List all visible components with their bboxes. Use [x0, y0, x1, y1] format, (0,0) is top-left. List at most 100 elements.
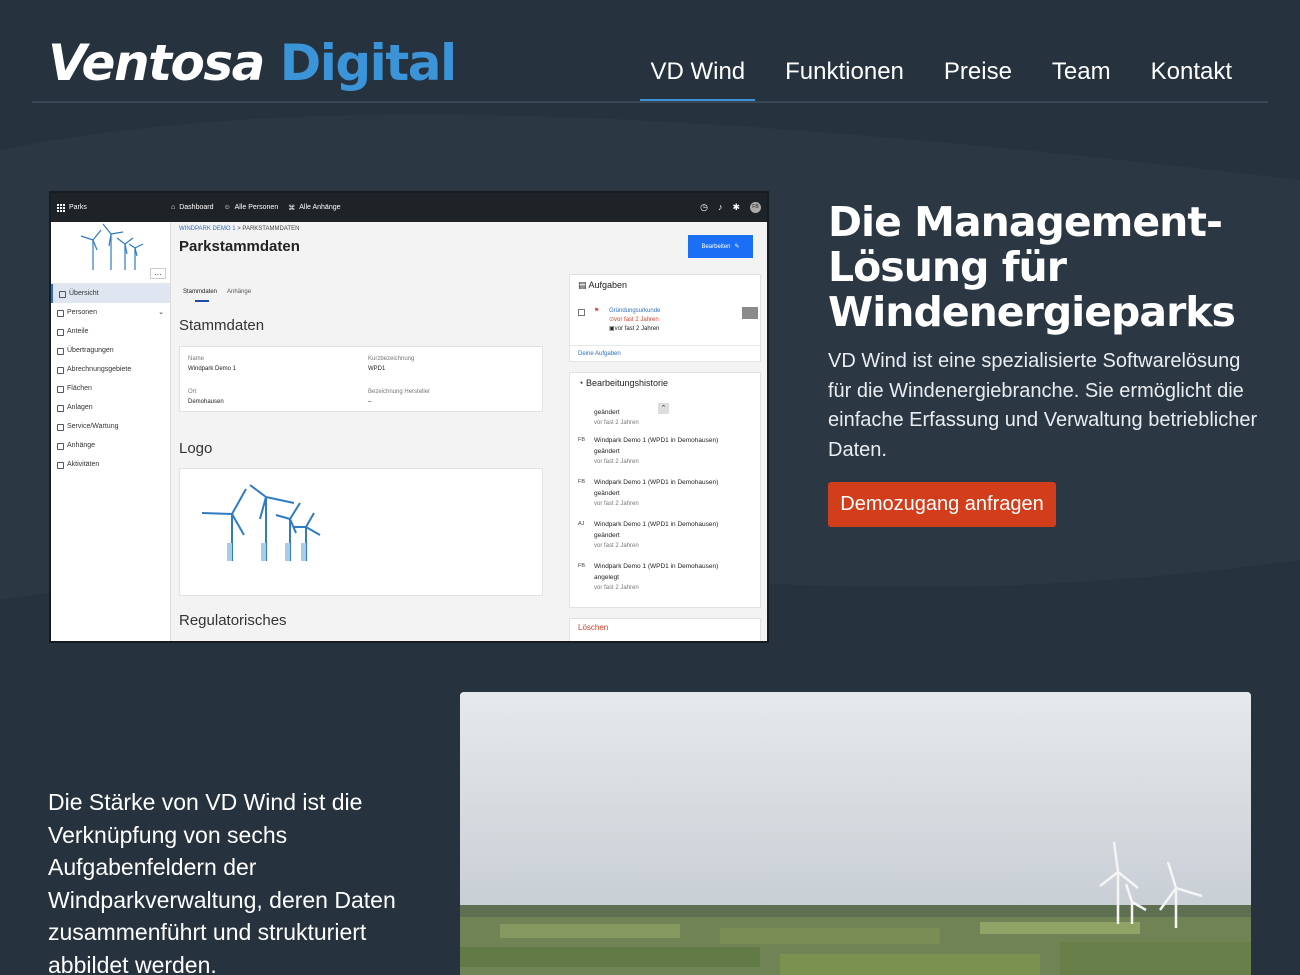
app-edit-label: Bearbeiten [701, 243, 731, 250]
app-history-line1: Windpark Demo 1 (WPD1 in Demohausen) [594, 521, 719, 528]
app-sidebar-item-anhaenge: Anhänge [51, 436, 170, 455]
brand-logo[interactable]: Ventosa Digital [48, 34, 457, 92]
app-history-time: vor fast 2 Jahren [594, 585, 639, 591]
app-section-logo: Logo [179, 440, 213, 457]
app-sidebar-item-uebersicht: Übersicht [51, 284, 170, 303]
app-tab-anhaenge: Anhänge [227, 289, 252, 295]
app-history-initials: FB [578, 479, 586, 485]
hero-description: VD Wind ist eine spezialisierte Software… [828, 350, 1258, 461]
brand-name-part1: Ventosa [48, 34, 265, 92]
nav-funktionen[interactable]: Funktionen [775, 58, 914, 102]
app-sidebar-item-abrechnungsgebiete: Abrechnungsgebiete [51, 360, 170, 379]
more-icon: … [150, 268, 166, 279]
app-sidebar-item-anlagen: Anlagen [51, 398, 170, 417]
clipboard-icon: ▤ [578, 280, 589, 290]
app-tabs: Stammdaten Anhänge [183, 289, 252, 302]
app-sidebar-item-uebertragungen: Übertragungen [51, 341, 170, 360]
turbine-logo-large [201, 484, 321, 561]
avatar [742, 307, 758, 319]
app-history-line1: Windpark Demo 1 (WPD1 in Demohausen) [594, 479, 719, 486]
app-section-regulatorisches: Regulatorisches [179, 612, 287, 629]
grid-icon [57, 203, 65, 212]
app-history-initials: FB [578, 437, 586, 443]
gear-icon: ✱ [732, 202, 740, 212]
app-nav-dashboard: ⌂ Dashboard [171, 204, 213, 211]
app-section-stammdaten: Stammdaten [179, 317, 265, 334]
app-field-value: – [368, 399, 372, 405]
app-park-logo: … [51, 222, 170, 284]
app-sidebar-item-anteile: Anteile [51, 322, 170, 341]
app-breadcrumb-current: PARKSTAMMDATEN [242, 226, 300, 232]
app-edit-button: Bearbeiten ✎ [688, 235, 753, 258]
nav-kontakt[interactable]: Kontakt [1141, 58, 1242, 102]
app-nav-persons: ☺ Alle Personen [223, 204, 278, 211]
app-history-time: vor fast 2 Jahren [594, 543, 639, 549]
app-history-time: vor fast 2 Jahren [594, 420, 639, 426]
app-parks-menu: Parks [51, 203, 171, 212]
app-task-created-text: vor fast 2 Jahren [614, 326, 660, 332]
app-history-line1: Windpark Demo 1 (WPD1 in Demohausen) [594, 563, 719, 570]
app-nav-dashboard-label: Dashboard [179, 204, 214, 211]
app-sidebar-item-label: Personen [67, 309, 97, 316]
app-field-label: Bezeichnung Hersteller [368, 389, 431, 395]
app-nav-persons-label: Alle Personen [234, 204, 279, 211]
app-history-line2: geändert [594, 532, 620, 539]
nav-team[interactable]: Team [1042, 58, 1121, 102]
app-history-line2: geändert [594, 490, 620, 497]
app-field-kurzbezeichnung: Kurzbezeichnung WPD1 [368, 354, 414, 374]
app-history-item: FB Windpark Demo 1 (WPD1 in Demohausen) a… [578, 561, 718, 594]
app-history-line2: angelegt [594, 574, 619, 581]
app-history-item: FB Windpark Demo 1 (WPD1 in Demohausen) g… [578, 477, 718, 510]
app-history-time: vor fast 2 Jahren [594, 501, 639, 507]
main-nav: VD Wind Funktionen Preise Team Kontakt [640, 58, 1242, 102]
app-task-created: ▣vor fast 2 Jahren [609, 325, 660, 334]
app-task-due-text: vor fast 2 Jahren [614, 317, 659, 323]
history-icon: ◔ [578, 378, 586, 388]
app-delete-panel: Löschen [569, 618, 761, 641]
app-tasks-panel: ▤ Aufgaben ⚑ Gründungsurkunde ⊙vor fast … [569, 274, 761, 362]
app-nav-attachments: ⌘ Alle Anhänge [288, 204, 340, 212]
timer-icon: ◷ [700, 202, 708, 212]
header-divider [32, 101, 1268, 103]
feature-intro-text: Die Stärke von VD Wind ist die Verknüpfu… [48, 789, 396, 975]
app-tasks-link: Deine Aufgaben [578, 351, 621, 357]
app-history-line1: Windpark Demo 1 (WPD1 in Demohausen) [594, 437, 719, 444]
app-history-item: geändert vor fast 2 Jahren [578, 407, 639, 429]
app-task-due: ⊙vor fast 2 Jahren [609, 316, 660, 325]
app-sidebar-item-aktivitaeten: Aktivitäten [51, 455, 170, 474]
app-topbar: Parks ⌂ Dashboard ☺ Alle Personen ⌘ Alle An… [51, 193, 767, 222]
paperclip-icon: ⌘ [288, 204, 296, 212]
app-history-title: Bearbeitungshistorie [585, 378, 668, 388]
app-tab-stammdaten: Stammdaten [183, 289, 218, 302]
app-field-label: Ort [188, 389, 197, 395]
demo-request-button[interactable]: Demozugang anfragen [828, 482, 1056, 527]
app-sidebar-list: Übersicht Personen ⌄ Anteile Übertragunge… [51, 284, 170, 474]
app-field-value: WPD1 [368, 366, 386, 372]
nav-preise[interactable]: Preise [934, 58, 1022, 102]
chevron-up-icon: ⌃ [658, 403, 669, 414]
hero-title: Die Management-Lösung für Windenergiepar… [828, 198, 1236, 336]
chevron-down-icon: ⌄ [158, 309, 164, 316]
app-history-panel: ◔ Bearbeitungshistorie ⌃ geändert vor fas… [569, 372, 761, 608]
app-field-name: Name Windpark Demo 1 [188, 354, 236, 374]
wind-farm-landscape [460, 692, 1251, 975]
checkbox-icon [578, 309, 585, 316]
avatar: FB [750, 202, 761, 213]
flag-icon: ⚑ [594, 308, 600, 314]
app-page-title: Parkstammdaten [179, 238, 300, 255]
bell-icon: ♪ [717, 202, 723, 212]
app-history-line2: geändert [594, 448, 620, 455]
nav-vd-wind[interactable]: VD Wind [640, 58, 755, 102]
app-history-initials: AJ [578, 521, 585, 527]
app-history-initials: FB [578, 563, 586, 569]
app-main: WINDPARK DEMO 1 > PARKSTAMMDATEN Parksta… [179, 222, 761, 641]
app-field-value: Demohausen [188, 399, 224, 405]
app-breadcrumb: WINDPARK DEMO 1 > PARKSTAMMDATEN [179, 226, 299, 232]
app-sidebar-item-service: Service/Wartung [51, 417, 170, 436]
app-tasks-footer: Deine Aufgaben [570, 345, 760, 361]
app-tasks-title: Aufgaben [588, 280, 628, 290]
app-field-label: Kurzbezeichnung [368, 356, 415, 362]
app-sidebar: … Übersicht Personen ⌄ Anteile Übertragun… [51, 222, 171, 641]
app-breadcrumb-link: WINDPARK DEMO 1 [179, 226, 236, 232]
app-sidebar-item-flaechen: Flächen [51, 379, 170, 398]
